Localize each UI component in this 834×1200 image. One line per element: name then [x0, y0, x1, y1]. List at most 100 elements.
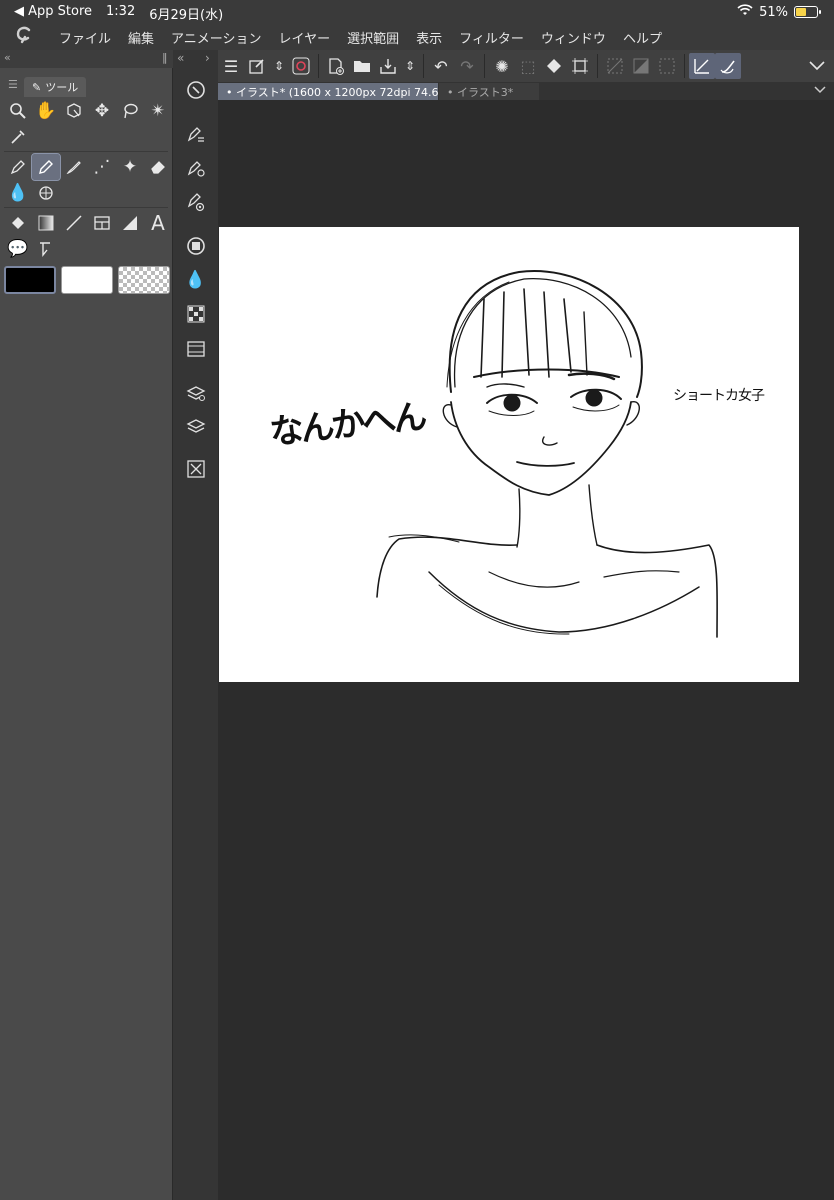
- chevron-down-icon[interactable]: [804, 53, 830, 79]
- select-all-icon[interactable]: [654, 53, 680, 79]
- tab-illust3[interactable]: • イラスト3*: [439, 83, 539, 100]
- ruler-tool-icon[interactable]: [116, 210, 144, 236]
- command-bar: ☰ ⇕ ⇕ ↶ ↷ ✺ ⬚: [218, 50, 834, 82]
- layer-property-icon[interactable]: [173, 378, 218, 408]
- transparent-color-swatch[interactable]: [118, 266, 170, 294]
- sketch-drawing: [376, 270, 718, 638]
- tool-tab-label: ツール: [45, 81, 79, 94]
- open-folder-icon[interactable]: [349, 53, 375, 79]
- undo-icon[interactable]: ↶: [428, 53, 454, 79]
- up-down-icon[interactable]: ⇕: [270, 53, 288, 79]
- sub-tool-icon[interactable]: [173, 119, 218, 149]
- intermediate-color-icon[interactable]: 💧: [173, 265, 218, 295]
- tool-tab-row: ☰ ✎ ツール: [0, 74, 173, 97]
- tool-tab[interactable]: ✎ ツール: [24, 77, 87, 97]
- color-wheel-icon[interactable]: [173, 231, 218, 261]
- battery-icon: [794, 6, 821, 18]
- drawing-canvas[interactable]: なんかへん ショートカ女子: [219, 227, 799, 682]
- magic-wand-tool-icon[interactable]: ✴: [144, 98, 172, 124]
- brush-size-icon[interactable]: [173, 187, 218, 217]
- command-separator: [423, 54, 424, 78]
- clear-selection-icon[interactable]: [602, 53, 628, 79]
- status-date: 6月29日(水): [149, 8, 224, 23]
- save-icon[interactable]: [375, 53, 401, 79]
- blend-tool-icon[interactable]: 💧: [4, 180, 32, 206]
- menu-selection[interactable]: 選択範囲: [347, 28, 399, 47]
- tool-group-1: ✋ ✥ ✴: [4, 98, 172, 124]
- panel-grip-icon[interactable]: ‖: [162, 51, 168, 64]
- status-time: 1:32: [106, 4, 136, 19]
- lasso-tool-icon[interactable]: [116, 98, 144, 124]
- invert-selection-icon[interactable]: [628, 53, 654, 79]
- gradient-tool-icon[interactable]: [32, 210, 60, 236]
- tool-divider: [4, 151, 168, 152]
- tab-list-chevron-icon[interactable]: [814, 84, 826, 97]
- command-separator: [318, 54, 319, 78]
- collapse-left-2-icon[interactable]: «: [177, 51, 184, 65]
- snap-ruler-icon[interactable]: [689, 53, 715, 79]
- clip-studio-logo-icon[interactable]: [8, 26, 42, 49]
- menu-help[interactable]: ヘルプ: [623, 28, 662, 47]
- brush-tool-icon[interactable]: [60, 154, 88, 180]
- collapse-left-icon[interactable]: «: [4, 51, 11, 64]
- redo-icon[interactable]: ↷: [454, 53, 480, 79]
- move-tool-icon[interactable]: ✥: [88, 98, 116, 124]
- airbrush-tool-icon[interactable]: ⋰: [88, 154, 116, 180]
- color-set-icon[interactable]: [173, 299, 218, 329]
- new-file-icon[interactable]: [323, 53, 349, 79]
- eraser-tool-icon[interactable]: [144, 154, 172, 180]
- tab-illust-label: • イラスト* (1600 x 1200px 72dpi 74.6%): [226, 85, 454, 99]
- material-icon[interactable]: [173, 334, 218, 364]
- tab-illust[interactable]: • イラスト* (1600 x 1200px 72dpi 74.6%): [218, 83, 453, 100]
- expand-right-icon[interactable]: ›: [205, 51, 210, 65]
- decoration-tool-icon[interactable]: ✦: [116, 154, 144, 180]
- menu-file[interactable]: ファイル: [59, 28, 111, 47]
- zoom-tool-icon[interactable]: [4, 98, 32, 124]
- stabilizer-icon[interactable]: [715, 53, 741, 79]
- tool-panel: « ‖ ☰ ✎ ツール ✋ ✥ ✴ ⋰ ✦ 💧 A 💬: [0, 50, 173, 1200]
- menu-layer[interactable]: レイヤー: [279, 28, 331, 47]
- transform-icon[interactable]: [567, 53, 593, 79]
- menu-animation[interactable]: アニメーション: [171, 28, 261, 47]
- menu-window[interactable]: ウィンドウ: [541, 28, 606, 47]
- menu-filter[interactable]: フィルター: [459, 28, 524, 47]
- command-column: « › 💧: [173, 50, 218, 1200]
- tab-illust3-label: • イラスト3*: [447, 85, 514, 99]
- tool-divider: [4, 207, 168, 208]
- text-tool-icon[interactable]: A: [144, 210, 172, 236]
- menu-bar: ファイル 編集 アニメーション レイヤー 選択範囲 表示 フィルター ウィンドウ…: [0, 24, 834, 50]
- command-separator: [484, 54, 485, 78]
- tool-group-1b: [4, 124, 172, 150]
- pen-tool-icon[interactable]: [4, 154, 32, 180]
- menu-view[interactable]: 表示: [416, 28, 442, 47]
- object-tool-icon[interactable]: [60, 98, 88, 124]
- up-down-2-icon[interactable]: ⇕: [401, 53, 419, 79]
- gradient-map-tool-icon[interactable]: [32, 180, 60, 206]
- sub-color-swatch[interactable]: [61, 266, 113, 294]
- menu-edit[interactable]: 編集: [128, 28, 154, 47]
- hamburger-menu-icon[interactable]: ☰: [218, 53, 244, 79]
- navigator-icon[interactable]: [173, 75, 218, 105]
- balloon-tool-icon[interactable]: 💬: [4, 236, 32, 262]
- frame-tool-icon[interactable]: [88, 210, 116, 236]
- panel-menu-icon[interactable]: ☰: [8, 78, 18, 91]
- correct-line-tool-icon[interactable]: [32, 236, 60, 262]
- tool-property-icon[interactable]: [173, 153, 218, 183]
- selection-dim-icon[interactable]: ⬚: [515, 53, 541, 79]
- wifi-icon: [737, 4, 753, 20]
- fill-command-icon[interactable]: [541, 53, 567, 79]
- document-tab-bar: • イラスト* (1600 x 1200px 72dpi 74.6%) • イラ…: [218, 82, 834, 100]
- edit-canvas-icon[interactable]: [244, 53, 270, 79]
- hand-tool-icon[interactable]: ✋: [32, 98, 60, 124]
- pen-small-icon: ✎: [32, 80, 42, 94]
- main-color-swatch[interactable]: [4, 266, 56, 294]
- back-to-app-store[interactable]: ◀ App Store: [14, 4, 92, 23]
- loading-icon[interactable]: ✺: [489, 53, 515, 79]
- canvas-preview-icon[interactable]: [173, 454, 218, 484]
- fill-tool-icon[interactable]: [4, 210, 32, 236]
- pencil-tool-icon[interactable]: [31, 153, 61, 181]
- layer-icon[interactable]: [173, 412, 218, 442]
- clip-studio-icon[interactable]: [288, 53, 314, 79]
- line-tool-icon[interactable]: [60, 210, 88, 236]
- eyedropper-tool-icon[interactable]: [4, 124, 32, 150]
